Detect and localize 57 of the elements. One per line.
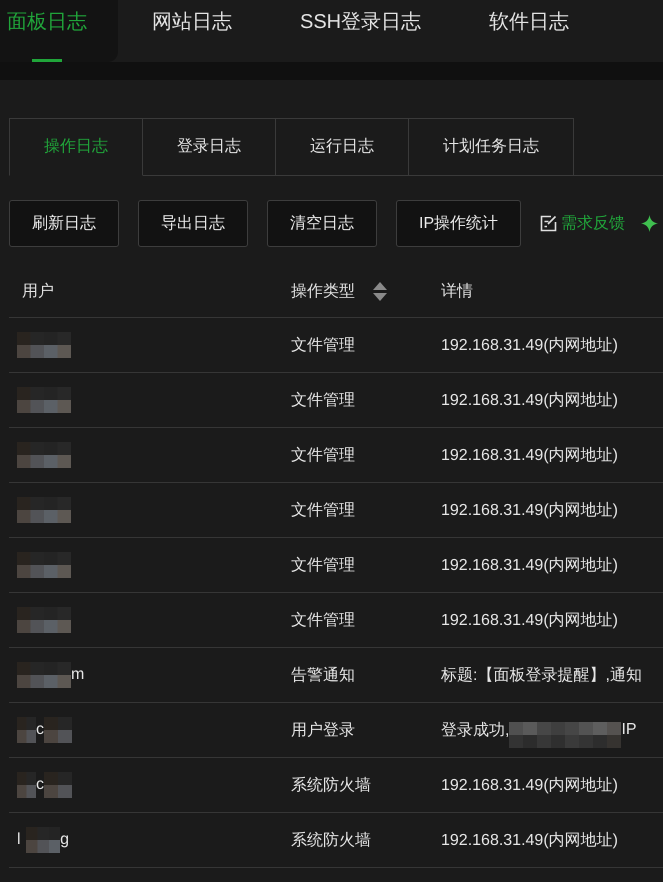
- table-cell: 用户登录: [278, 703, 428, 758]
- table-cell: 文件管理: [278, 373, 428, 428]
- redaction-mosaic-drawing: [26, 827, 60, 853]
- table-cell: 文件管理: [278, 593, 428, 648]
- details-text: 192.168.31.49(内网地址): [441, 390, 618, 410]
- details-text: 192.168.31.49(内网地址): [441, 776, 618, 796]
- user-name-text: m: [71, 666, 84, 684]
- toolbar-button[interactable]: IP操作统计: [396, 200, 522, 247]
- tab[interactable]: SSH登录日志: [266, 0, 456, 62]
- tab[interactable]: 面板日志: [0, 0, 118, 62]
- tab[interactable]: 网站日志: [118, 0, 266, 62]
- redaction-mosaic-drawing: [17, 387, 71, 413]
- table-cell: 文件管理: [278, 483, 428, 538]
- sort-icon[interactable]: [373, 282, 387, 300]
- user-name-text: c: [36, 776, 44, 794]
- details-text: 192.168.31.49(内网地址): [441, 446, 618, 466]
- redaction-mosaic-drawing: [17, 662, 71, 688]
- sparkle-icon[interactable]: [641, 215, 658, 232]
- details-text: 192.168.31.49(内网地址): [441, 556, 618, 576]
- redaction-mosaic-drawing: [17, 442, 71, 468]
- tab[interactable]: 软件日志: [455, 0, 604, 62]
- details-text: 登录成功,: [441, 720, 510, 740]
- redaction-mosaic-drawing: [17, 332, 71, 358]
- user-name-text: c: [36, 721, 44, 739]
- redaction-mosaic-drawing: [17, 772, 36, 798]
- toolbar-button[interactable]: 导出日志: [138, 200, 248, 247]
- feedback-link[interactable]: 需求反馈: [540, 213, 626, 234]
- tab[interactable]: 运行日志: [276, 118, 409, 176]
- redaction-mosaic-drawing: [17, 607, 71, 633]
- tab[interactable]: 登录日志: [143, 118, 276, 176]
- table-cell: 文件管理: [278, 428, 428, 483]
- table-cell: 系统防火墙: [278, 813, 428, 868]
- details-text: 192.168.31.49(内网地址): [441, 336, 618, 356]
- column-header: 用户: [22, 282, 54, 302]
- details-text: 标题:【面板登录提醒】,通知: [441, 666, 642, 686]
- details-text: 192.168.31.49(内网地址): [441, 610, 618, 630]
- toolbar-button[interactable]: 刷新日志: [9, 200, 119, 247]
- tab[interactable]: 计划任务日志: [409, 118, 574, 176]
- edit-icon: [540, 215, 558, 232]
- table-cell: 系统防火墙: [278, 758, 428, 813]
- redaction-mosaic-drawing: [17, 717, 36, 743]
- user-name-text: l: [17, 831, 21, 849]
- column-header: 详情: [441, 282, 473, 302]
- redaction-mosaic-drawing: [44, 772, 72, 798]
- table-cell: 文件管理: [278, 538, 428, 593]
- tab[interactable]: 操作日志: [9, 118, 143, 176]
- redaction-mosaic-drawing: [17, 552, 71, 578]
- redaction-mosaic-drawing: [44, 717, 72, 743]
- details-text: 192.168.31.49(内网地址): [441, 500, 618, 520]
- table-cell: 文件管理: [278, 318, 428, 373]
- details-text: 192.168.31.49(内网地址): [441, 830, 618, 850]
- column-header: 操作类型: [291, 282, 355, 302]
- table-cell: 告警通知: [278, 648, 428, 703]
- toolbar-button[interactable]: 清空日志: [267, 200, 377, 247]
- user-name-text: g: [60, 831, 69, 849]
- details-text: IP: [621, 721, 637, 739]
- redaction-mosaic-drawing: [17, 497, 71, 523]
